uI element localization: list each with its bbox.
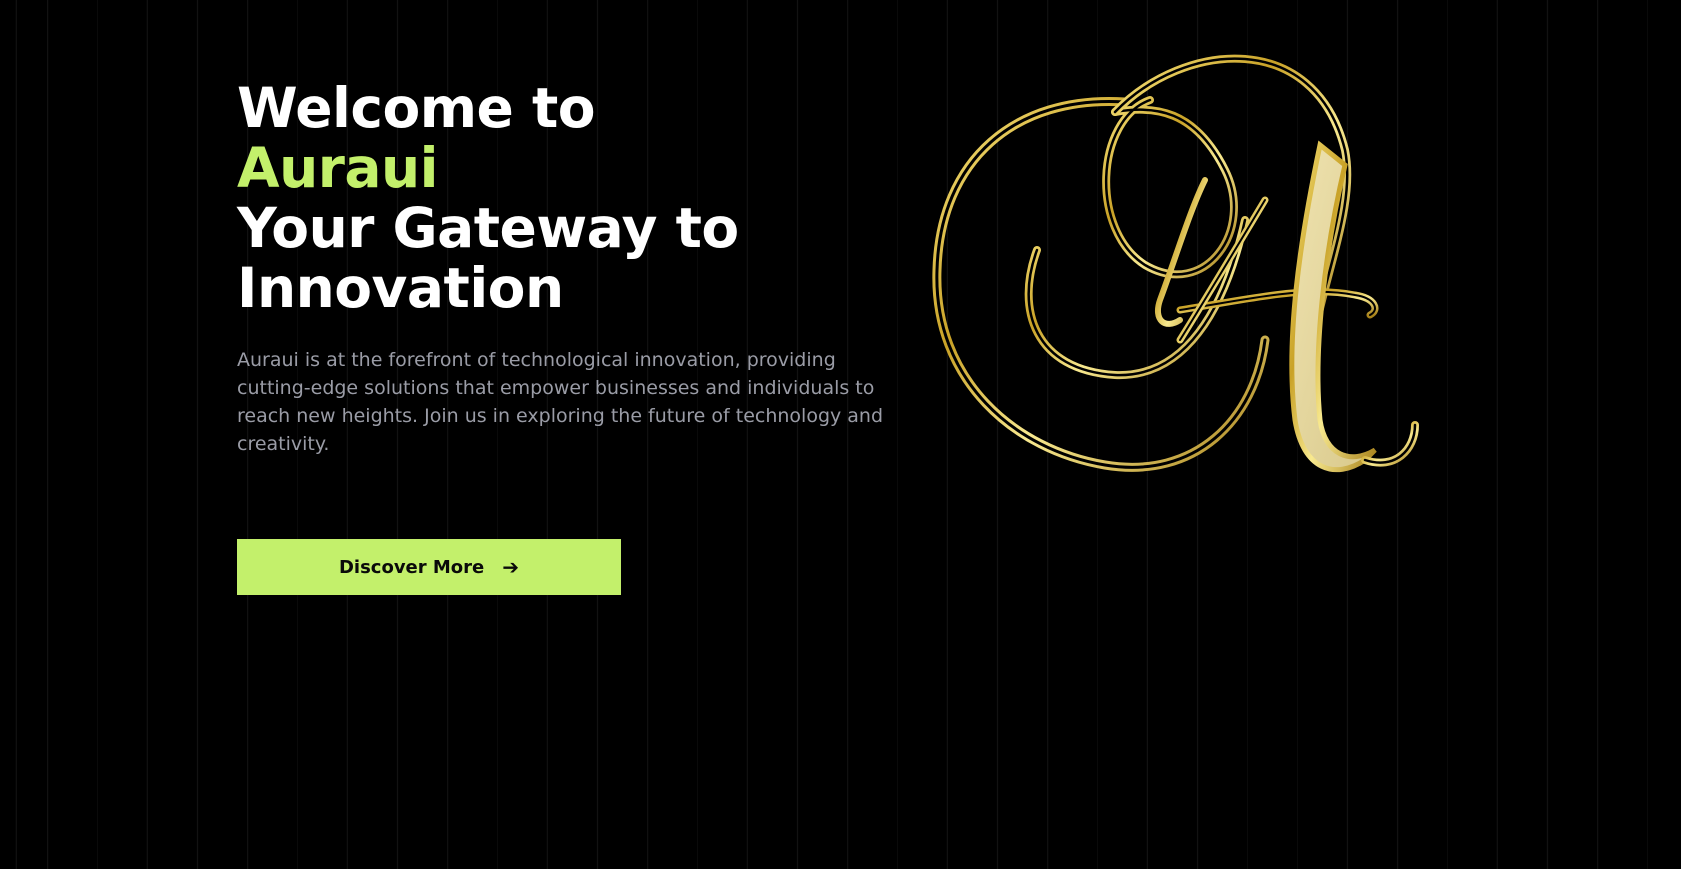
hero-title: Welcome to Auraui Your Gateway to Innova… [237,78,897,318]
gold-monogram-a-icon [932,54,1419,472]
hero-section: Welcome to Auraui Your Gateway to Innova… [237,78,897,458]
hero-description: Auraui is at the forefront of technologi… [237,349,884,455]
discover-more-label: Discover More [338,556,485,578]
hero-title-line3: Your Gateway to [237,196,739,260]
hero-title-line1: Welcome to [237,76,596,140]
discover-more-button[interactable]: Discover More ➔ [237,539,621,595]
hero-brand-name: Auraui [237,136,438,200]
hero-title-line4: Innovation [237,256,564,320]
arrow-right-icon: ➔ [502,555,520,579]
